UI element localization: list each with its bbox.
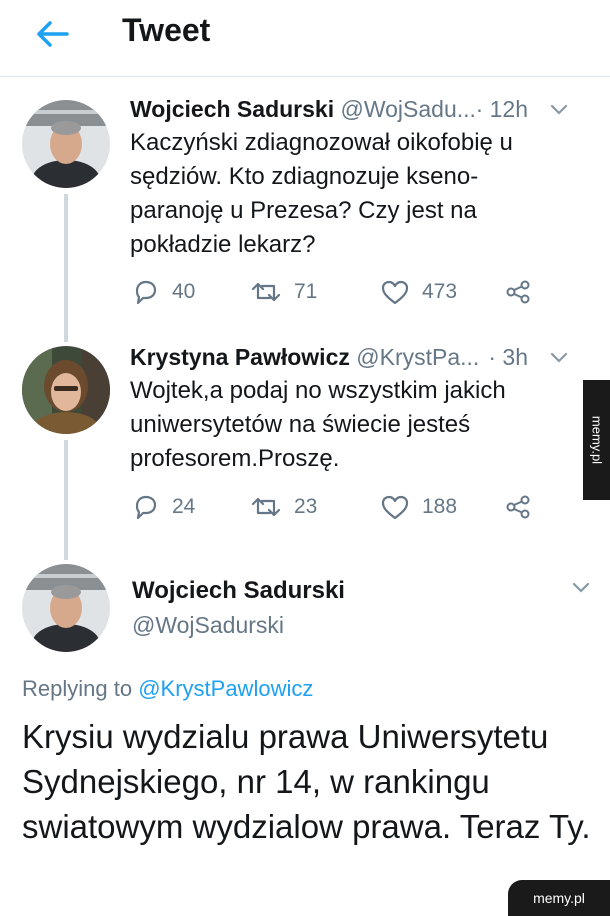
like-count: 188 [422,495,458,518]
replying-prefix: Replying to [22,676,133,701]
share-button[interactable] [504,276,532,308]
timestamp: · 3h [488,344,528,370]
author-name[interactable]: Wojciech Sadurski [132,574,345,608]
reply-button[interactable]: 24 [132,491,195,523]
reply-icon [135,280,157,305]
reply-count: 40 [172,280,196,303]
chevron-down-icon[interactable] [548,346,570,368]
tweet-text: Wojtek,a podaj no wszystkim jakich uniwe… [130,377,506,472]
like-button[interactable]: 473 [380,276,457,308]
chevron-down-icon[interactable] [570,576,592,598]
chevron-down-icon[interactable] [548,98,570,120]
avatar-photo [22,346,110,434]
main-tweet-text: Krysiu wydzialu prawa Uniwersytetu Sydne… [22,718,591,845]
avatar-photo [22,564,110,652]
tweet-actions: 40 71 473 [132,276,542,308]
like-count: 473 [422,280,458,303]
author-handle[interactable]: @KrystPa... [356,344,479,370]
retweet-count: 23 [294,495,318,518]
retweet-button[interactable]: 23 [250,491,317,523]
avatar[interactable] [22,564,110,652]
app-header: Tweet [0,0,610,77]
back-button[interactable] [30,14,74,54]
watermark: memy.pl [583,380,610,500]
page-title: Tweet [122,12,211,48]
author-name[interactable]: Krystyna Pawłowicz [130,344,350,370]
reply-button[interactable]: 40 [132,276,195,308]
heart-icon [381,280,409,305]
watermark-text: memy.pl [533,890,585,906]
tweet-header: Wojciech Sadurski @WojSadu... · 12h [130,92,586,126]
reply-icon [135,495,157,520]
thread-line [64,194,68,342]
retweet-count: 71 [294,280,318,303]
share-button[interactable] [504,491,532,523]
watermark: memy.pl [508,880,610,916]
share-icon [506,495,530,519]
reply-count: 24 [172,495,196,518]
thread-line [64,440,68,560]
watermark-text: memy.pl [589,415,604,465]
retweet-button[interactable]: 71 [250,276,317,308]
avatar[interactable] [22,100,110,188]
retweet-icon [251,497,281,517]
author-handle[interactable]: @WojSadu... [340,96,475,122]
arrow-left-icon [37,21,69,47]
author-handle[interactable]: @WojSadurski [132,608,284,642]
tweet-text: Kaczyński zdiagnozował oikofobię u sędzi… [130,129,513,258]
retweet-icon [251,282,281,302]
timestamp: · 12h [475,96,528,122]
tweet-actions: 24 23 188 [132,491,542,523]
avatar[interactable] [22,346,110,434]
avatar-photo [22,100,110,188]
replying-to-link[interactable]: @KrystPawlowicz [138,676,313,701]
heart-icon [381,495,409,520]
share-icon [506,280,530,304]
like-button[interactable]: 188 [380,491,457,523]
replying-to: Replying to @KrystPawlowicz [22,673,313,705]
author-name[interactable]: Wojciech Sadurski [130,96,334,122]
tweet-header: Krystyna Pawłowicz @KrystPa... · 3h [130,340,586,374]
